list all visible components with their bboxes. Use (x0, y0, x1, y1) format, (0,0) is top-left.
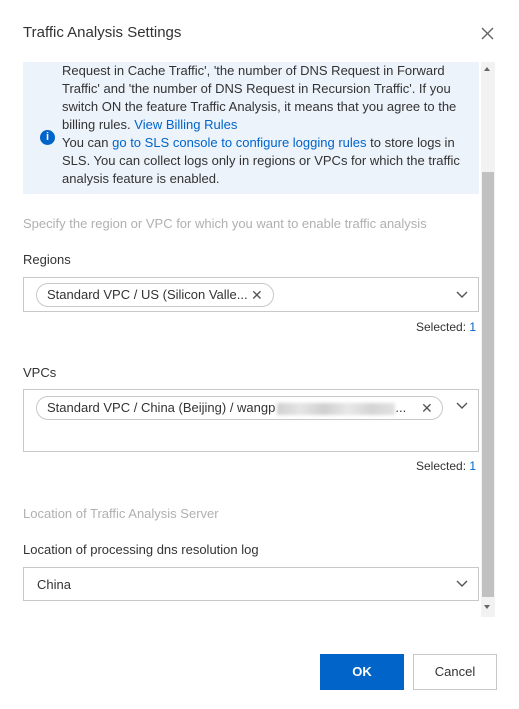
chevron-down-icon[interactable] (456, 291, 468, 299)
chevron-down-icon[interactable] (456, 580, 468, 588)
notice-line-5-text: You can (62, 135, 113, 150)
scroll-down-arrow-icon[interactable] (484, 605, 490, 609)
notice-box: i Request in Cache Traffic', 'the number… (23, 62, 479, 194)
notice-line-4-text: billing rules. (62, 117, 135, 132)
vpcs-selected-count: Selected: 1 (416, 459, 476, 473)
scrollbar-thumb[interactable] (482, 172, 494, 597)
chevron-down-icon[interactable] (456, 402, 468, 410)
log-location-value: China (37, 577, 71, 592)
sls-console-link[interactable]: go to SLS console to configure logging r… (112, 135, 366, 150)
info-icon: i (40, 130, 55, 145)
dialog-title: Traffic Analysis Settings (23, 24, 182, 41)
vpc-tag-label: Standard VPC / China (Beijing) / wangp (47, 400, 276, 415)
scroll-up-arrow-icon[interactable] (484, 67, 490, 71)
notice-line-5-suffix: to store logs in (366, 135, 455, 150)
dialog-header: Traffic Analysis Settings (0, 0, 519, 62)
region-tag-remove-icon[interactable]: ✕ (251, 284, 263, 306)
region-tag: Standard VPC / US (Silicon Valle... ✕ (36, 283, 274, 307)
vpcs-label: VPCs (23, 365, 57, 380)
notice-line-3: switch ON the feature Traffic Analysis, … (62, 99, 457, 114)
notice-line-2: Traffic' and 'the number of DNS Request … (62, 81, 451, 96)
regions-label: Regions (23, 252, 71, 267)
ok-button[interactable]: OK (320, 654, 404, 690)
scope-hint: Specify the region or VPC for which you … (23, 216, 427, 231)
regions-selected-count: Selected: 1 (416, 320, 476, 334)
notice-line-7: analysis feature is enabled. (62, 171, 220, 186)
notice-line-1: Request in Cache Traffic', 'the number o… (62, 63, 445, 78)
notice-text: Request in Cache Traffic', 'the number o… (62, 62, 472, 188)
close-icon (481, 27, 494, 40)
region-tag-label: Standard VPC / US (Silicon Valle... (47, 287, 248, 302)
vpc-tag-remove-icon[interactable]: ✕ (421, 397, 433, 419)
notice-line-4: billing rules. View Billing Rules (62, 116, 472, 134)
close-button[interactable] (476, 22, 498, 44)
regions-select[interactable]: Standard VPC / US (Silicon Valle... ✕ (23, 277, 479, 312)
regions-selected-number: 1 (469, 320, 477, 334)
vpc-tag: Standard VPC / China (Beijing) / wangp..… (36, 396, 443, 420)
regions-selected-label: Selected: (416, 320, 470, 334)
dialog-body[interactable]: i Request in Cache Traffic', 'the number… (0, 62, 497, 617)
server-section-title: Location of Traffic Analysis Server (23, 506, 219, 521)
log-location-select[interactable]: China (23, 567, 479, 601)
cancel-button[interactable]: Cancel (413, 654, 497, 690)
view-billing-rules-link[interactable]: View Billing Rules (134, 117, 237, 132)
notice-line-6: SLS. You can collect logs only in region… (62, 153, 460, 168)
redacted-text (277, 402, 396, 415)
vpc-tag-suffix: ... (395, 400, 407, 415)
log-location-label: Location of processing dns resolution lo… (23, 542, 259, 557)
vpcs-selected-label: Selected: (416, 459, 470, 473)
vpcs-selected-number: 1 (469, 459, 477, 473)
vpcs-select[interactable]: Standard VPC / China (Beijing) / wangp..… (23, 389, 479, 452)
notice-line-5: You can go to SLS console to configure l… (62, 134, 472, 152)
